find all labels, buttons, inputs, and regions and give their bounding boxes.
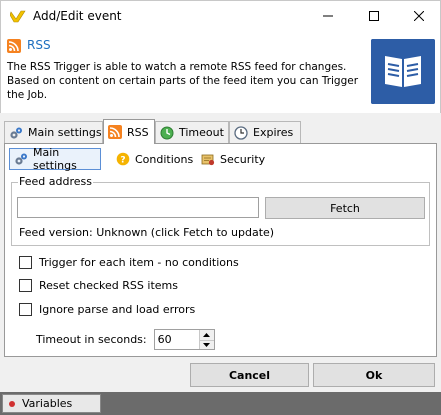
tab-timeout[interactable]: Timeout bbox=[155, 121, 229, 143]
spin-down-button[interactable] bbox=[199, 339, 214, 349]
arrow-down-icon bbox=[203, 342, 211, 347]
option-label: Ignore parse and load errors bbox=[39, 303, 196, 316]
option-label: Trigger for each item - no conditions bbox=[39, 256, 239, 269]
security-icon bbox=[201, 154, 215, 166]
feed-address-legend: Feed address bbox=[18, 175, 93, 188]
timeout-label: Timeout in seconds: bbox=[36, 333, 147, 346]
subtab-label: Conditions bbox=[135, 152, 194, 166]
variables-button[interactable]: Variables bbox=[2, 394, 101, 413]
status-bar: Variables bbox=[0, 392, 441, 415]
close-button[interactable] bbox=[396, 1, 441, 31]
rss-tab-panel: Main settings ? Conditions Security Feed… bbox=[4, 143, 437, 357]
tab-expires[interactable]: Expires bbox=[229, 121, 301, 143]
sub-tab-strip: Main settings ? Conditions Security bbox=[9, 146, 429, 172]
maximize-icon bbox=[369, 11, 379, 21]
tab-label: Main settings bbox=[28, 126, 102, 139]
timeout-spinner[interactable] bbox=[153, 329, 215, 350]
spin-up-button[interactable] bbox=[199, 330, 214, 340]
fetch-button[interactable]: Fetch bbox=[265, 197, 425, 219]
gears-icon bbox=[15, 153, 27, 165]
status-dot-icon bbox=[9, 400, 15, 407]
dialog-header: RSS The RSS Trigger is able to watch a r… bbox=[0, 31, 441, 113]
window-title: Add/Edit event bbox=[33, 9, 122, 23]
tab-rss[interactable]: RSS bbox=[103, 119, 155, 144]
option-reset-checked-items[interactable]: Reset checked RSS items bbox=[19, 279, 178, 292]
chevron-logo-icon bbox=[10, 10, 26, 23]
option-label: Reset checked RSS items bbox=[39, 279, 178, 292]
gears-icon bbox=[10, 127, 22, 139]
rss-icon bbox=[7, 39, 21, 53]
checkbox[interactable] bbox=[19, 256, 32, 269]
feed-version-text: Feed version: Unknown (click Fetch to up… bbox=[19, 226, 275, 239]
clock-icon bbox=[234, 125, 248, 140]
book-icon bbox=[371, 39, 435, 104]
feed-address-group: Feed address Fetch Feed version: Unknown… bbox=[11, 175, 430, 246]
arrow-up-icon bbox=[203, 332, 211, 337]
title-bar: Add/Edit event bbox=[0, 0, 441, 31]
cancel-button[interactable]: Cancel bbox=[190, 363, 309, 387]
header-description: The RSS Trigger is able to watch a remot… bbox=[7, 61, 359, 101]
feed-address-input[interactable] bbox=[17, 197, 259, 218]
subtab-security[interactable]: Security bbox=[197, 148, 269, 170]
tab-main-settings[interactable]: Main settings bbox=[4, 121, 103, 143]
minimize-icon bbox=[323, 15, 333, 17]
rss-icon bbox=[108, 125, 122, 139]
minimize-button[interactable] bbox=[305, 1, 351, 31]
subtab-label: Security bbox=[220, 152, 266, 166]
checkbox[interactable] bbox=[19, 279, 32, 292]
timeout-icon bbox=[160, 126, 174, 139]
tab-label: Timeout bbox=[179, 126, 224, 139]
main-tab-strip: Main settings RSS Timeout Expires bbox=[4, 119, 437, 144]
close-icon bbox=[414, 11, 424, 21]
svg-text:?: ? bbox=[120, 156, 125, 166]
tab-label: RSS bbox=[127, 125, 149, 139]
subtab-conditions[interactable]: ? Conditions bbox=[112, 148, 194, 170]
subtab-label: Main settings bbox=[33, 146, 77, 172]
maximize-button[interactable] bbox=[351, 1, 397, 31]
checkbox[interactable] bbox=[19, 303, 32, 316]
spinner-arrows bbox=[198, 330, 214, 349]
timeout-row: Timeout in seconds: bbox=[36, 329, 215, 350]
option-trigger-each-item[interactable]: Trigger for each item - no conditions bbox=[19, 256, 239, 269]
option-ignore-errors[interactable]: Ignore parse and load errors bbox=[19, 303, 195, 316]
variables-label: Variables bbox=[22, 397, 73, 410]
help-icon: ? bbox=[116, 152, 130, 166]
subtab-main-settings[interactable]: Main settings bbox=[9, 146, 101, 172]
tab-label: Expires bbox=[253, 126, 294, 139]
header-title: RSS bbox=[27, 38, 51, 52]
ok-button[interactable]: Ok bbox=[313, 363, 435, 387]
timeout-input[interactable] bbox=[154, 330, 199, 349]
